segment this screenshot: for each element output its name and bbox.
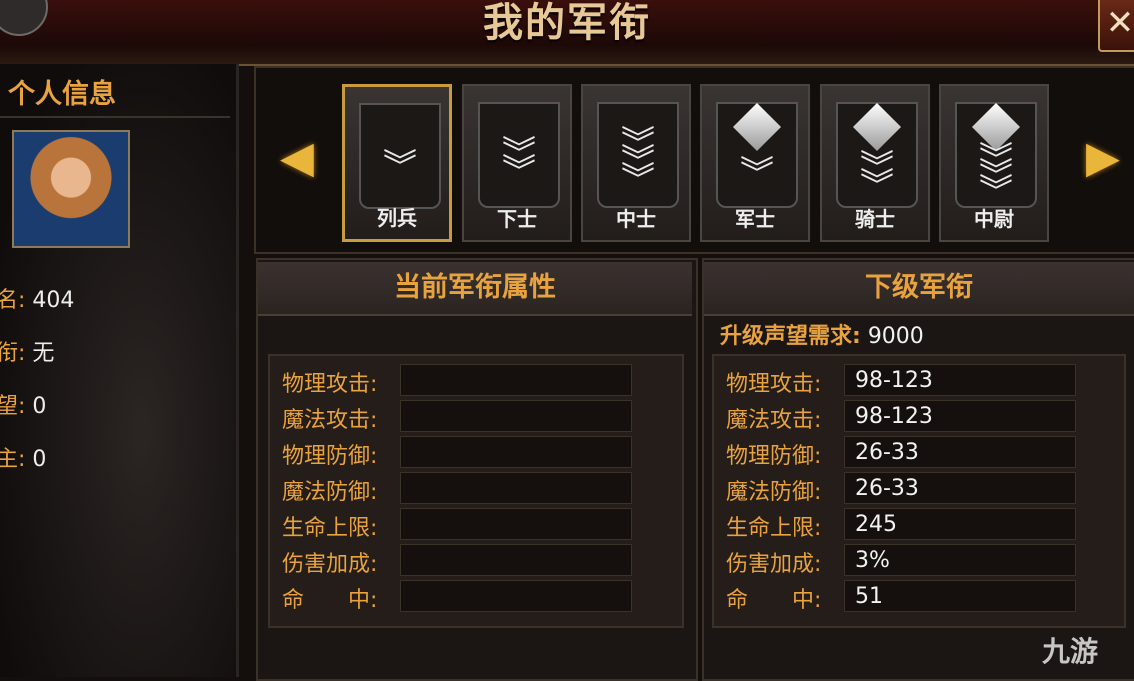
attr-label: 魔法攻击: [726,408,822,433]
attr-value [400,508,632,540]
attr-label: 生命上限: [282,516,378,541]
attr-label: 伤害加成: [282,552,378,577]
stat-prestige: 望: 0 [0,394,47,419]
rank-card-lieutenant[interactable]: ︾ ︾ ︾ 中尉 [939,84,1049,242]
rank-name: 下士 [497,207,537,231]
attr-label: 命 中: [282,588,378,613]
attr-value: 98-123 [844,364,1076,396]
rank-card-knight[interactable]: ︾ ︾ 骑士 [820,84,930,242]
attr-value [400,580,632,612]
attr-value: 26-33 [844,436,1076,468]
attr-label: 物理攻击: [726,372,822,397]
attr-value: 98-123 [844,400,1076,432]
attr-label: 物理攻击: [282,372,378,397]
avatar[interactable] [12,130,130,248]
rank-name: 中尉 [974,207,1014,231]
chevron-3-icon: ︾ ︾ ︾ [597,102,679,208]
diamond-chevron-2-icon: ︾ ︾ [836,102,918,208]
rank-card-private[interactable]: ︾ 列兵 [342,84,452,242]
stat-other: 主: 0 [0,447,47,472]
stat-name: 名: 404 [0,288,75,313]
attr-value [400,364,632,396]
attr-value [400,544,632,576]
upgrade-requirement: 升级声望需求: 9000 [720,324,924,349]
diamond-chevron-1-icon: ︾ [716,102,798,208]
attr-value [400,472,632,504]
attr-value [400,436,632,468]
personal-info-title: 个人信息 [8,79,116,110]
attr-label: 魔法防御: [282,480,378,505]
close-icon: ✕ [1105,3,1134,43]
attr-value: 245 [844,508,1076,540]
attr-label: 命 中: [726,588,822,613]
attr-label: 魔法防御: [726,480,822,505]
rank-card-staff-sergeant[interactable]: ︾ 军士 [700,84,810,242]
attr-label: 伤害加成: [726,552,822,577]
rank-name: 中士 [616,207,656,231]
rank-name: 骑士 [855,207,895,231]
attr-label: 魔法攻击: [282,408,378,433]
divider [0,116,230,118]
rank-card-corporal[interactable]: ︾ ︾ 下士 [462,84,572,242]
attr-label: 生命上限: [726,516,822,541]
close-button[interactable]: ✕ [1098,0,1134,52]
attr-value [400,400,632,432]
attr-value: 26-33 [844,472,1076,504]
chevron-2-icon: ︾ ︾ [478,102,560,208]
page-title: 我的军衔 [483,0,651,46]
rank-card-sergeant[interactable]: ︾ ︾ ︾ 中士 [581,84,691,242]
chevron-1-icon: ︾ [359,103,441,209]
next-rank-title: 下级军衔 [704,262,1134,316]
rank-name: 军士 [735,207,775,231]
attr-value: 3% [844,544,1076,576]
diamond-chevron-3-icon: ︾ ︾ ︾ [955,102,1037,209]
arrow-left-icon[interactable]: ◀ [280,132,314,183]
arrow-right-icon[interactable]: ▶ [1086,132,1120,183]
current-rank-title: 当前军衔属性 [258,262,692,316]
rank-name: 列兵 [377,206,417,230]
attr-value: 51 [844,580,1076,612]
attr-label: 物理防御: [726,444,822,469]
stat-rank: 衔: 无 [0,341,55,366]
attr-label: 物理防御: [282,444,378,469]
watermark: 九游 [1042,635,1099,668]
